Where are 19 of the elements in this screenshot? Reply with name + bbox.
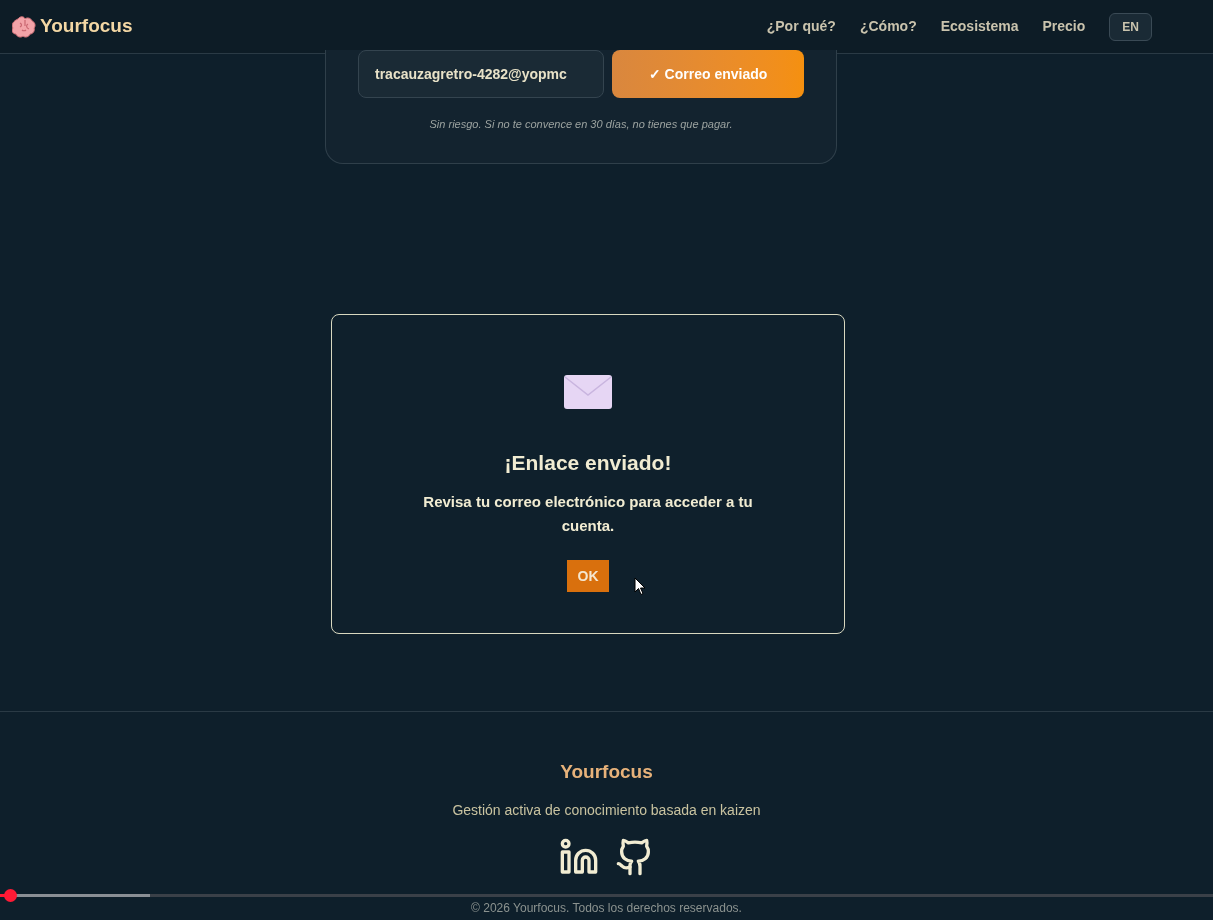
nav-link[interactable]: Ecosistema bbox=[940, 16, 1019, 37]
nav-link[interactable]: ¿Cómo? bbox=[859, 16, 917, 37]
nav-link[interactable]: ¿Por qué? bbox=[766, 16, 836, 37]
footer-brand: Yourfocus bbox=[560, 759, 653, 784]
linkedin-icon[interactable] bbox=[558, 837, 599, 877]
copyright-text: © 2026 Yourfocus. Todos los derechos reservados. bbox=[471, 900, 742, 917]
dialog-message: Revisa tu correo electrónico para acceder a tu cuenta. bbox=[422, 492, 754, 536]
video-progress-thumb[interactable] bbox=[3, 889, 17, 902]
dialog-title: ¡Enlace enviado! bbox=[504, 449, 672, 476]
nav-link[interactable]: Precio bbox=[1042, 16, 1086, 37]
footer-tagline: Gestión activa de conocimiento basada en kaizen bbox=[452, 801, 761, 820]
envelope-icon bbox=[564, 374, 612, 409]
brand-logo-text[interactable]: Yourfocus bbox=[40, 12, 133, 41]
brain-icon bbox=[12, 15, 36, 38]
risk-free-note: Sin riesgo. Si no te convence en 30 días, no tienes que pagar. bbox=[428, 117, 734, 132]
language-button[interactable]: EN bbox=[1109, 12, 1152, 41]
mouse-cursor-icon bbox=[634, 576, 646, 596]
email-input-field[interactable]: tracauzagretro-4282@yopmc bbox=[358, 50, 604, 98]
video-progress-slider[interactable] bbox=[0, 889, 1213, 902]
